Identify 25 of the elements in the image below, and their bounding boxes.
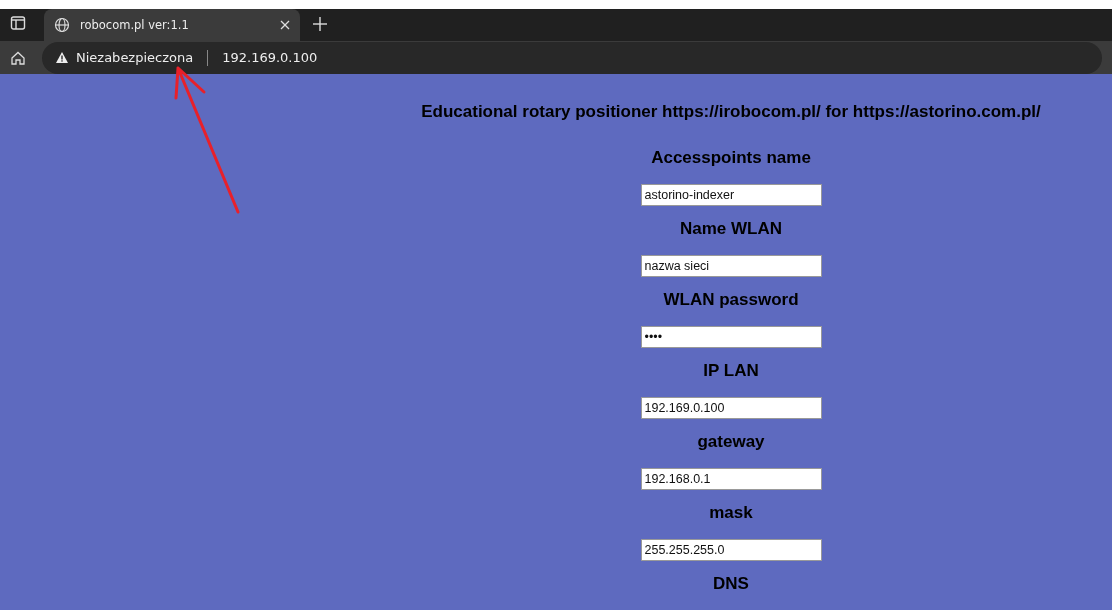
field-label: IP LAN [703, 361, 759, 381]
sidebar-icon[interactable] [10, 15, 26, 32]
field-label: WLAN password [663, 290, 799, 310]
input-field[interactable]: 255.255.255.0 [640, 539, 822, 561]
input-field[interactable]: •••• [640, 326, 822, 348]
tab-title: robocom.pl ver:1.1 [80, 18, 190, 33]
globe-icon [54, 17, 70, 34]
url-text: 192.169.0.100 [222, 50, 318, 66]
security-label: Niezabezpieczona [76, 50, 194, 66]
home-icon[interactable] [10, 49, 26, 66]
field-label: Accesspoints name [651, 148, 811, 168]
warning-icon [56, 52, 68, 64]
input-field[interactable]: 192.169.0.100 [640, 397, 822, 419]
page-heading: Educational rotary positioner https://irobocom.pl/ for https://astorino.com.pl/ [421, 102, 1041, 122]
field-label: gateway [697, 432, 765, 452]
address-bar[interactable]: Niezabezpieczona 192.169.0.100 [42, 41, 1102, 74]
new-tab-icon[interactable] [312, 16, 328, 33]
browser-tab[interactable]: robocom.pl ver:1.1 [44, 9, 300, 42]
field-label: Name WLAN [680, 219, 782, 239]
field-label: mask [709, 503, 753, 523]
input-field[interactable]: astorino-indexer [640, 184, 822, 206]
input-field[interactable]: 192.168.0.1 [640, 468, 822, 490]
input-field[interactable]: nazwa sieci [640, 255, 822, 277]
field-label: DNS [713, 574, 749, 594]
close-icon[interactable] [280, 20, 290, 31]
